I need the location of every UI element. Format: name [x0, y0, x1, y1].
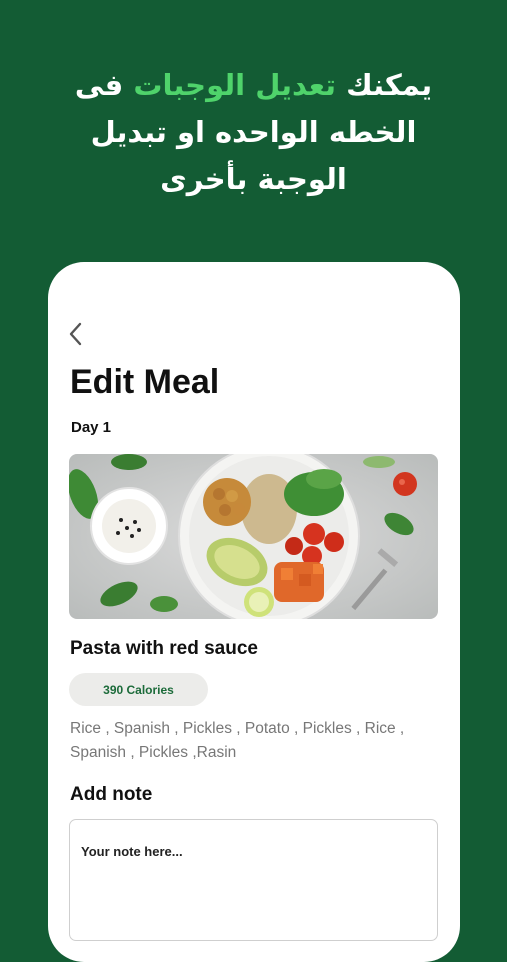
- headline-line-1-prefix: يمكنك: [335, 68, 433, 102]
- headline-line-1: يمكنك تعديل الوجبات فى: [0, 62, 507, 109]
- meal-name: Pasta with red sauce: [70, 638, 258, 659]
- headline-line-3: الوجبة بأخرى: [160, 162, 347, 196]
- headline-line-2: الخطه الواحده او تبديل: [90, 115, 417, 149]
- phone-screen: Edit Meal Day 1 Pasta with red sauce 390…: [48, 262, 460, 962]
- calories-badge: 390 Calories: [69, 673, 208, 706]
- note-input[interactable]: Your note here...: [69, 819, 438, 941]
- day-label: Day 1: [71, 419, 112, 436]
- headline-highlight: تعديل الوجبات: [133, 68, 336, 102]
- meal-image: [69, 454, 438, 619]
- page-title: Edit Meal: [70, 363, 220, 401]
- ingredients-list: Rice , Spanish , Pickles , Potato , Pick…: [70, 720, 405, 761]
- promo-headline: يمكنك تعديل الوجبات فى الخطه الواحده او …: [0, 62, 507, 203]
- chevron-left-icon[interactable]: [66, 320, 86, 348]
- add-note-label: Add note: [70, 784, 153, 805]
- note-placeholder: Your note here...: [81, 844, 183, 859]
- headline-line-1-suffix: فى: [74, 68, 134, 102]
